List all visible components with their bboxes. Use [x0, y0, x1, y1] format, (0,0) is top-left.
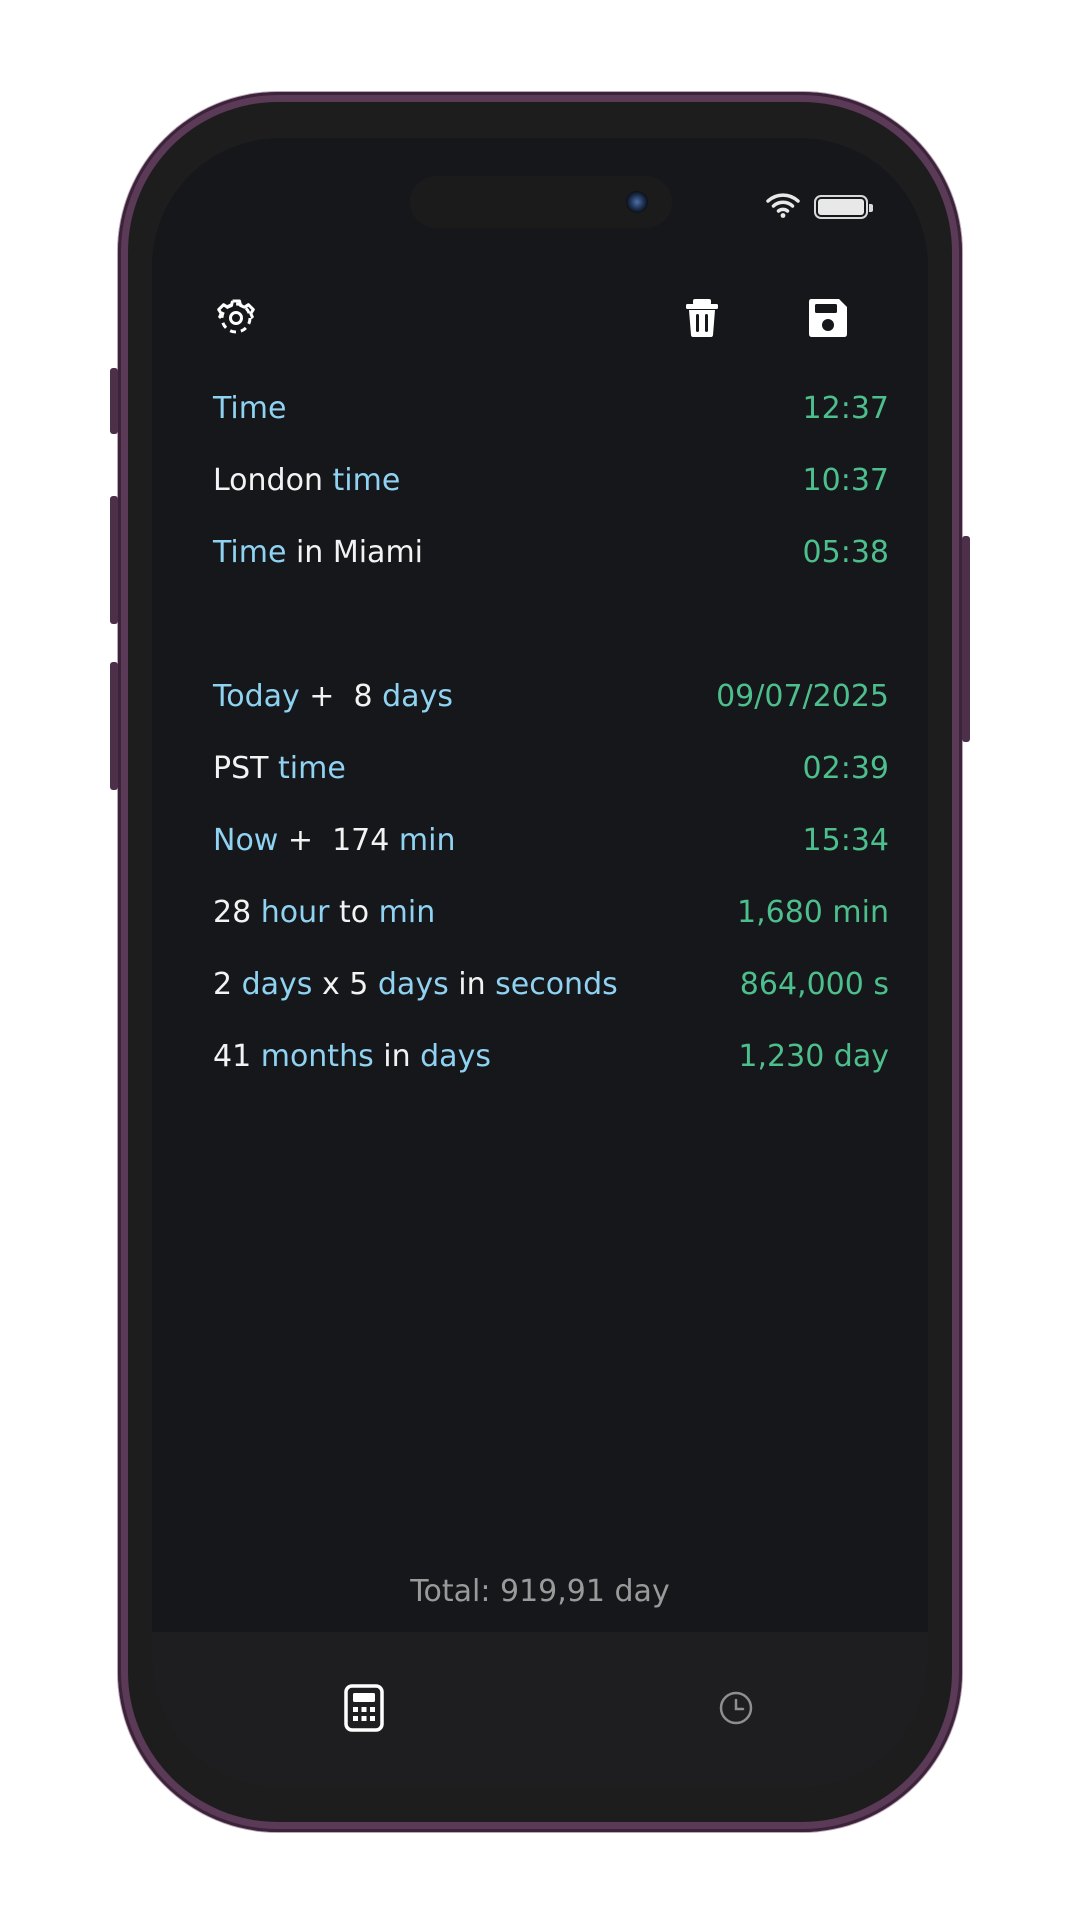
tab-calculator[interactable] — [338, 1684, 390, 1736]
result-value: 864,000 s — [739, 966, 889, 1002]
wifi-icon — [766, 192, 800, 222]
floppy-disk-icon[interactable] — [804, 294, 852, 342]
result-value: 12:37 — [802, 390, 889, 426]
expression: London time — [213, 462, 401, 498]
result-value: 1,230 day — [738, 1038, 889, 1074]
expression: PST time — [213, 750, 346, 786]
action-button — [110, 368, 118, 434]
expression: 2 days x 5 days in seconds — [213, 966, 618, 1002]
dynamic-island — [410, 176, 672, 228]
list-item[interactable]: 41 months in days 1,230 day — [213, 1020, 889, 1092]
gear-icon[interactable] — [212, 294, 260, 342]
phone-frame: Time 12:37 London time 10:37 Time in Mia… — [110, 92, 970, 1832]
list-item[interactable]: 2 days x 5 days in seconds 864,000 s — [213, 948, 889, 1020]
phone-bezel: Time 12:37 London time 10:37 Time in Mia… — [128, 102, 952, 1822]
expression: Time in Miami — [213, 534, 424, 570]
list-item[interactable]: PST time 02:39 — [213, 732, 889, 804]
tab-bar — [152, 1632, 928, 1788]
battery-icon — [814, 195, 873, 219]
expression: Today + 8 days — [213, 678, 453, 714]
result-value: 15:34 — [802, 822, 889, 858]
expression: 41 months in days — [213, 1038, 491, 1074]
expression: Now + 174 min — [213, 822, 456, 858]
volume-up-button — [110, 496, 118, 624]
result-value: 10:37 — [802, 462, 889, 498]
calculator-icon — [344, 1684, 384, 1736]
result-value: 1,680 min — [737, 894, 889, 930]
clock-icon — [718, 1690, 754, 1730]
power-button — [962, 536, 970, 742]
volume-down-button — [110, 662, 118, 790]
status-bar — [766, 192, 873, 222]
expression: Time — [213, 390, 287, 426]
list-item[interactable]: Time 12:37 — [213, 372, 889, 444]
trash-icon[interactable] — [678, 294, 726, 342]
total-label: Total: 919,91 day — [410, 1574, 670, 1609]
list-item[interactable]: Time in Miami 05:38 — [213, 516, 889, 588]
app-screen: Time 12:37 London time 10:37 Time in Mia… — [152, 138, 928, 1788]
list-item[interactable]: London time 10:37 — [213, 444, 889, 516]
list-item[interactable]: Today + 8 days 09/07/2025 — [213, 660, 889, 732]
list-item[interactable]: Now + 174 min 15:34 — [213, 804, 889, 876]
tab-history[interactable] — [710, 1684, 762, 1736]
calculation-list: Time 12:37 London time 10:37 Time in Mia… — [213, 372, 889, 1092]
result-value: 02:39 — [802, 750, 889, 786]
expression: 28 hour to min — [213, 894, 436, 930]
result-value: 05:38 — [802, 534, 889, 570]
camera-icon — [626, 191, 648, 213]
result-value: 09/07/2025 — [716, 678, 889, 714]
list-item[interactable]: 28 hour to min 1,680 min — [213, 876, 889, 948]
